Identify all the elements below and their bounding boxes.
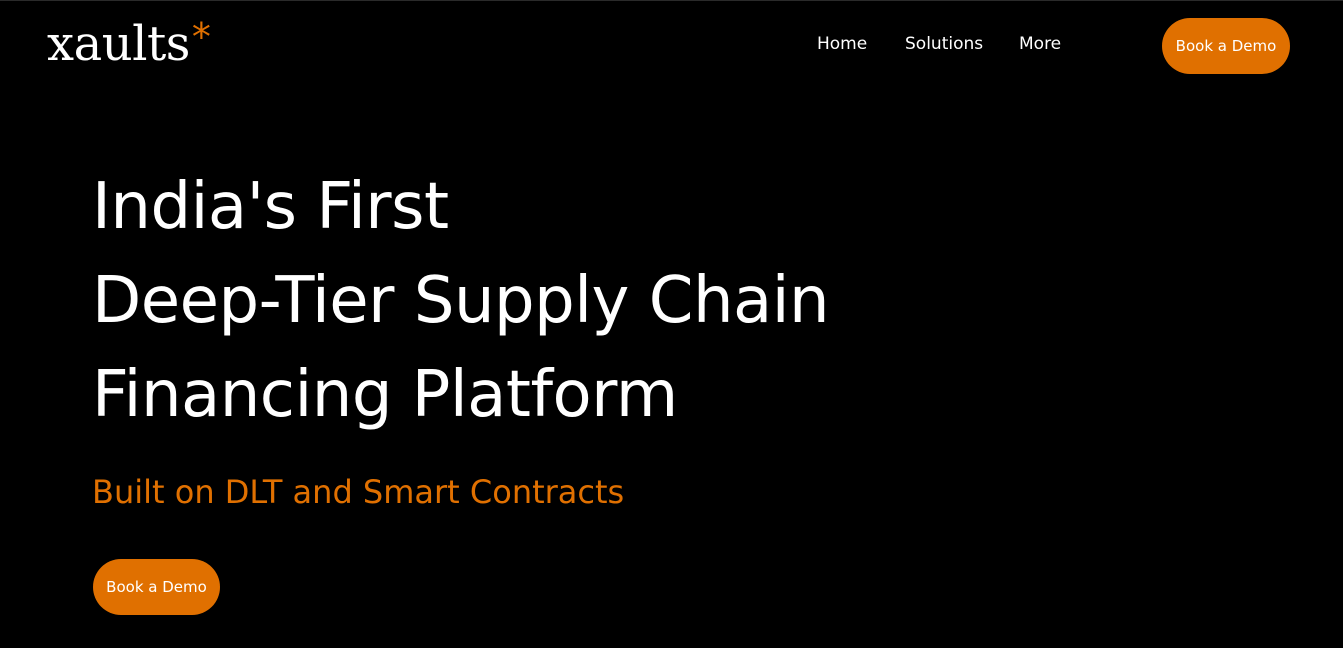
- hero-title: India's First Deep-Tier Supply Chain Fin…: [92, 160, 830, 442]
- brand-name: xaults: [47, 16, 190, 72]
- nav-item-solutions[interactable]: Solutions: [905, 33, 983, 55]
- asterisk-icon: *: [191, 15, 211, 59]
- hero-book-demo-button[interactable]: Book a Demo: [93, 559, 220, 615]
- nav-item-more[interactable]: More: [1019, 33, 1061, 55]
- top-border: [0, 0, 1343, 1]
- hero-title-line-1: India's First: [92, 170, 449, 244]
- hero-title-line-3: Financing Platform: [92, 358, 678, 432]
- hero-subtitle: Built on DLT and Smart Contracts: [92, 473, 625, 511]
- nav-item-home[interactable]: Home: [817, 33, 867, 55]
- hero-title-line-2: Deep-Tier Supply Chain: [92, 264, 830, 338]
- header-book-demo-button[interactable]: Book a Demo: [1162, 18, 1290, 74]
- brand-logo[interactable]: xaults *: [47, 14, 211, 74]
